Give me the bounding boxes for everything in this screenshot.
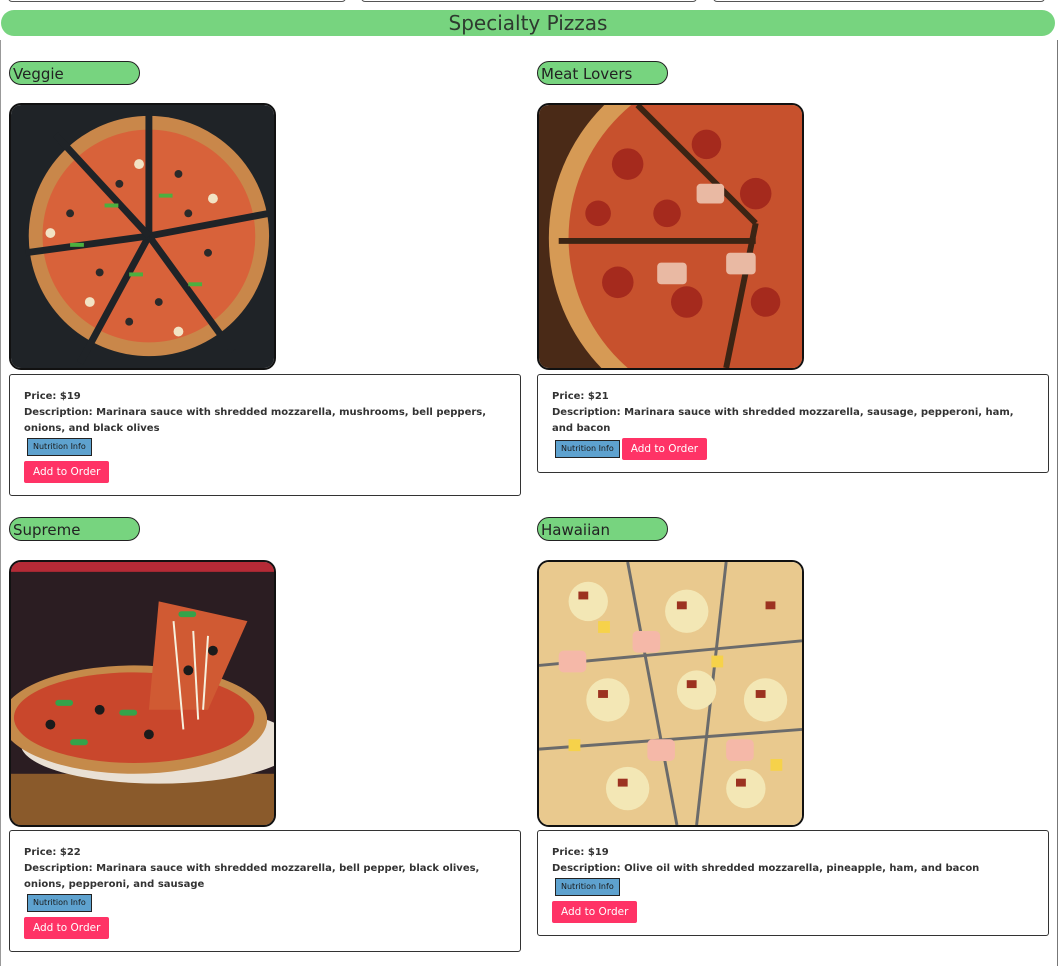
- nutrition-info-button[interactable]: Nutrition Info: [27, 894, 92, 912]
- description-line: Description: Olive oil with shredded moz…: [552, 861, 1034, 877]
- price-value: $19: [587, 847, 609, 858]
- price-label: Price:: [552, 847, 588, 858]
- price-value: $21: [587, 391, 609, 402]
- price-value: $19: [59, 391, 81, 402]
- hawaiian-pizza-image: [537, 560, 804, 827]
- price-line: Price: $21: [552, 389, 1034, 405]
- add-to-order-button[interactable]: Add to Order: [552, 901, 638, 923]
- pizza-info-box: Price: $22 Description: Marinara sauce w…: [9, 830, 521, 952]
- top-form-fields: [0, 0, 1058, 2]
- section-title: Specialty Pizzas: [1, 10, 1055, 36]
- price-label: Price:: [24, 847, 60, 858]
- nutrition-info-button[interactable]: Nutrition Info: [555, 440, 620, 458]
- description-label: Description:: [552, 863, 625, 874]
- price-line: Price: $19: [552, 845, 1034, 861]
- add-to-order-button[interactable]: Add to Order: [24, 461, 110, 483]
- pizza-info-box: Price: $19 Description: Marinara sauce w…: [9, 374, 521, 496]
- nutrition-info-button[interactable]: Nutrition Info: [555, 878, 620, 896]
- top-field-1[interactable]: [8, 0, 346, 2]
- description-line: Description: Marinara sauce with shredde…: [24, 405, 506, 437]
- add-to-order-button[interactable]: Add to Order: [621, 438, 708, 460]
- pizza-name: Meat Lovers: [537, 61, 668, 85]
- price-label: Price:: [24, 391, 60, 402]
- pizza-info-box: Price: $21 Description: Marinara sauce w…: [537, 374, 1049, 473]
- pizza-name: Hawaiian: [537, 517, 668, 541]
- price-line: Price: $19: [24, 389, 506, 405]
- price-line: Price: $22: [24, 845, 506, 861]
- description-value: Olive oil with shredded mozzarella, pine…: [624, 863, 980, 874]
- description-label: Description:: [24, 407, 97, 418]
- meat-lovers-pizza-image: [537, 103, 804, 370]
- nutrition-info-button[interactable]: Nutrition Info: [27, 438, 92, 456]
- price-value: $22: [59, 847, 81, 858]
- pizza-info-box: Price: $19 Description: Olive oil with s…: [537, 830, 1049, 936]
- pizza-name: Supreme: [9, 517, 140, 541]
- veggie-pizza-image: [9, 103, 276, 370]
- description-label: Description:: [552, 407, 625, 418]
- description-line: Description: Marinara sauce with shredde…: [552, 405, 1034, 437]
- description-line: Description: Marinara sauce with shredde…: [24, 861, 506, 893]
- top-field-2[interactable]: [361, 0, 697, 2]
- pizza-name: Veggie: [9, 61, 140, 85]
- left-divider: [0, 40, 1, 966]
- price-label: Price:: [552, 391, 588, 402]
- top-field-3[interactable]: [713, 0, 1045, 2]
- supreme-pizza-image: [9, 560, 276, 827]
- description-label: Description:: [24, 863, 97, 874]
- add-to-order-button[interactable]: Add to Order: [24, 917, 110, 939]
